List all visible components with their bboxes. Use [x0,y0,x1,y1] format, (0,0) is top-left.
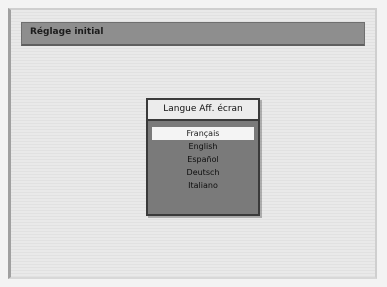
language-option-english[interactable]: English [152,140,254,153]
menu-title: Réglage initial [30,27,104,37]
dialog-title: Langue Aff. écran [148,100,258,121]
osd-screen: Réglage initial Langue Aff. écran França… [8,8,377,279]
language-option-francais[interactable]: Français [152,127,254,140]
menu-title-bar: Réglage initial [21,22,365,46]
language-option-deutsch[interactable]: Deutsch [152,166,254,179]
language-select-dialog: Langue Aff. écran Français English Españ… [146,98,260,216]
language-option-espanol[interactable]: Español [152,153,254,166]
language-options-list: Français English Español Deutsch Italian… [152,127,254,192]
language-option-italiano[interactable]: Italiano [152,179,254,192]
